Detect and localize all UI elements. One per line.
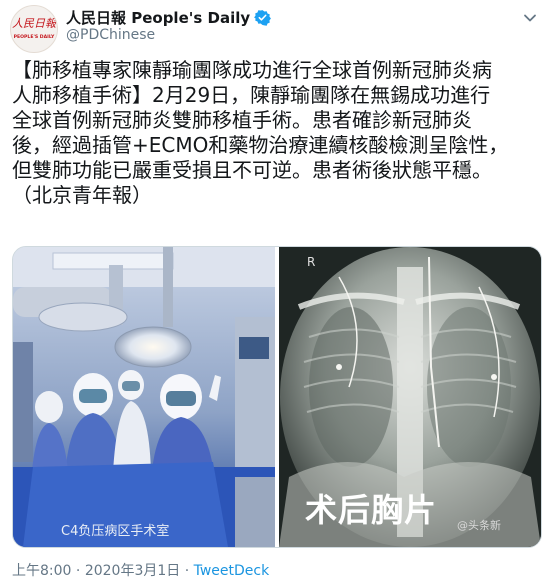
tweet-text: 【肺移植專家陳靜瑜團隊成功進行全球首例新冠肺炎病 人肺移植手術】2月29日，陳靜… <box>12 58 544 208</box>
tweet-text-line: 後，經過插管+ECMO和藥物治療連續核酸檢測呈陰性， <box>12 133 509 157</box>
tweet-meta: 上午8:00 · 2020年3月1日 · TweetDeck <box>12 560 269 580</box>
tweet-media: C4负压病区手术室 R 术后胸片 @头条新 <box>12 246 542 548</box>
media-watermark: @头条新 <box>457 519 501 532</box>
author-name-row[interactable]: 人民日報 People's Daily <box>66 7 272 28</box>
author-display-name[interactable]: 人民日報 People's Daily <box>66 7 250 28</box>
avatar[interactable]: 人民日報 PEOPLE'S DAILY <box>10 5 58 53</box>
chest-xray-photo[interactable]: R 术后胸片 @头条新 <box>279 247 541 547</box>
tweet-text-line: 但雙肺功能已嚴重受損且不可逆。患者術後狀態平穩。 <box>12 158 492 182</box>
operating-room-photo[interactable]: C4负压病区手术室 <box>13 247 275 547</box>
people-daily-logo: 人民日報 PEOPLE'S DAILY <box>12 17 57 40</box>
verified-badge-icon <box>254 10 272 26</box>
tweet-time[interactable]: 上午8:00 <box>12 563 71 579</box>
tweet-header: 人民日報 PEOPLE'S DAILY 人民日報 People's Daily … <box>0 0 550 54</box>
xray-side-marker: R <box>307 255 316 269</box>
tweet-source-link[interactable]: TweetDeck <box>194 563 270 579</box>
tweet-text-line: 全球首例新冠肺炎雙肺移植手術。患者確診新冠肺炎 <box>12 108 472 132</box>
xray-caption: 术后胸片 <box>305 491 438 529</box>
logo-subtext: PEOPLE'S DAILY <box>14 34 55 40</box>
logo-text: 人民日報 <box>12 17 57 30</box>
meta-separator: · <box>180 563 194 579</box>
tweet-date[interactable]: 2020年3月1日 <box>85 563 180 579</box>
meta-separator: · <box>71 563 85 579</box>
tweet-text-line: 人肺移植手術】2月29日，陳靜瑜團隊在無錫成功進行 <box>12 83 491 107</box>
tweet-text-line: 【肺移植專家陳靜瑜團隊成功進行全球首例新冠肺炎病 <box>12 58 492 82</box>
tweet-text-line: （北京青年報） <box>12 183 152 207</box>
operating-room-caption: C4负压病区手术室 <box>61 523 169 539</box>
chevron-down-icon[interactable] <box>522 10 538 26</box>
author-handle[interactable]: @PDChinese <box>66 27 155 43</box>
